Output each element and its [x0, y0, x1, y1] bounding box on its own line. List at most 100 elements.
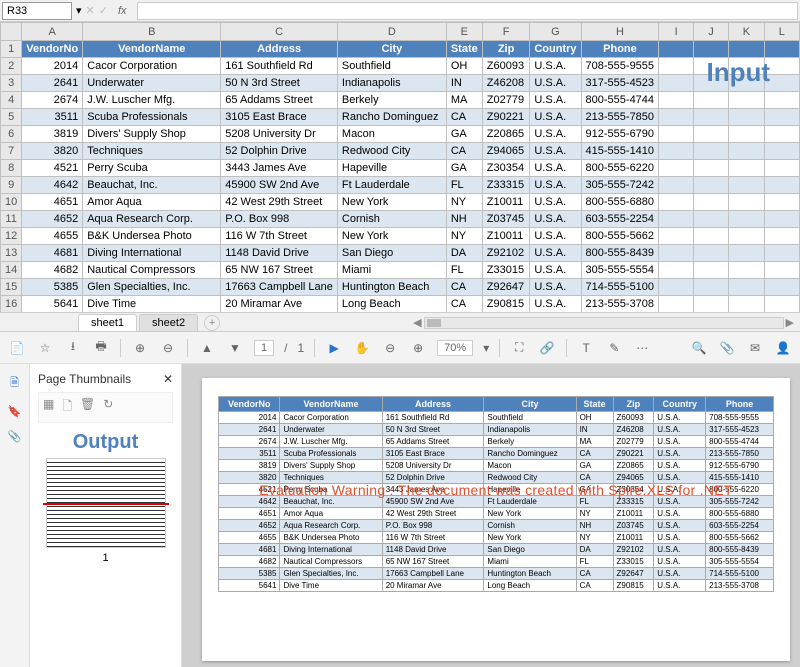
cell[interactable]: 305-555-7242: [581, 177, 659, 194]
cell[interactable]: [693, 160, 728, 177]
row-header[interactable]: 1: [1, 41, 22, 58]
zoom-in-icon[interactable]: ⊕: [131, 339, 149, 357]
cell[interactable]: State: [446, 41, 482, 58]
cell[interactable]: Southfield: [337, 58, 446, 75]
cell[interactable]: U.S.A.: [530, 194, 581, 211]
cell[interactable]: Z33315: [482, 177, 530, 194]
cell[interactable]: [729, 194, 765, 211]
attach-icon[interactable]: 📎: [718, 339, 736, 357]
cell[interactable]: [659, 109, 694, 126]
cell[interactable]: [764, 126, 799, 143]
cell[interactable]: New York: [337, 228, 446, 245]
cell[interactable]: 50 N 3rd Street: [221, 75, 338, 92]
cell[interactable]: B&K Undersea Photo: [83, 228, 221, 245]
col-header-E[interactable]: E: [446, 23, 482, 41]
cell[interactable]: [764, 160, 799, 177]
thumb-rotate-icon[interactable]: ↻: [103, 397, 113, 418]
row-header[interactable]: 11: [1, 211, 22, 228]
sheet-tab-1[interactable]: sheet1: [78, 314, 137, 332]
cell[interactable]: Country: [530, 41, 581, 58]
cell[interactable]: Cacor Corporation: [83, 58, 221, 75]
cell[interactable]: [693, 211, 728, 228]
cell[interactable]: Z94065: [482, 143, 530, 160]
cell[interactable]: [729, 262, 765, 279]
horizontal-scrollbar[interactable]: [424, 317, 784, 329]
cell[interactable]: GA: [446, 160, 482, 177]
cell[interactable]: OH: [446, 58, 482, 75]
row-header[interactable]: 5: [1, 109, 22, 126]
cell[interactable]: U.S.A.: [530, 58, 581, 75]
download-icon[interactable]: ⭳: [64, 339, 82, 357]
profile-icon[interactable]: 👤: [774, 339, 792, 357]
link-icon[interactable]: 🔗: [538, 339, 556, 357]
cell[interactable]: [729, 143, 765, 160]
col-header-J[interactable]: J: [693, 23, 728, 41]
cell[interactable]: NY: [446, 228, 482, 245]
cell[interactable]: 603-555-2254: [581, 211, 659, 228]
mail-icon[interactable]: ✉: [746, 339, 764, 357]
cell[interactable]: 4681: [22, 245, 83, 262]
cell[interactable]: Huntington Beach: [337, 279, 446, 296]
cell[interactable]: [764, 296, 799, 313]
cell[interactable]: DA: [446, 245, 482, 262]
cell[interactable]: Beauchat, Inc.: [83, 177, 221, 194]
zoom-plus-icon[interactable]: ⊕: [409, 339, 427, 357]
cell[interactable]: [659, 211, 694, 228]
cell[interactable]: 42 West 29th Street: [221, 194, 338, 211]
cell[interactable]: Hapeville: [337, 160, 446, 177]
cell[interactable]: VendorNo: [22, 41, 83, 58]
cell[interactable]: 3105 East Brace: [221, 109, 338, 126]
cell[interactable]: [659, 177, 694, 194]
cell[interactable]: [693, 262, 728, 279]
cell[interactable]: U.S.A.: [530, 92, 581, 109]
cell[interactable]: Z92102: [482, 245, 530, 262]
row-header[interactable]: 16: [1, 296, 22, 313]
next-page-icon[interactable]: ▼: [226, 339, 244, 357]
cell[interactable]: Z90815: [482, 296, 530, 313]
cell[interactable]: U.S.A.: [530, 279, 581, 296]
cell[interactable]: 2641: [22, 75, 83, 92]
cell[interactable]: [659, 262, 694, 279]
cell[interactable]: [693, 92, 728, 109]
cell[interactable]: FL: [446, 177, 482, 194]
cell[interactable]: 800-555-6220: [581, 160, 659, 177]
cell[interactable]: City: [337, 41, 446, 58]
cell[interactable]: [659, 126, 694, 143]
cell[interactable]: [659, 245, 694, 262]
cell[interactable]: [764, 262, 799, 279]
cell[interactable]: [659, 194, 694, 211]
cell[interactable]: Glen Specialties, Inc.: [83, 279, 221, 296]
cell[interactable]: [659, 58, 694, 75]
row-header[interactable]: 14: [1, 262, 22, 279]
cell[interactable]: [764, 143, 799, 160]
zoom-level[interactable]: 70%: [437, 340, 473, 356]
cell[interactable]: 415-555-1410: [581, 143, 659, 160]
zoom-dropdown-icon[interactable]: ▾: [483, 341, 489, 355]
row-header[interactable]: 7: [1, 143, 22, 160]
row-header[interactable]: 8: [1, 160, 22, 177]
cell[interactable]: U.S.A.: [530, 75, 581, 92]
cell[interactable]: [729, 160, 765, 177]
cell[interactable]: CA: [446, 143, 482, 160]
highlight-icon[interactable]: ✎: [605, 339, 623, 357]
cell[interactable]: Berkely: [337, 92, 446, 109]
cell[interactable]: VendorName: [83, 41, 221, 58]
row-header[interactable]: 15: [1, 279, 22, 296]
cell[interactable]: [729, 211, 765, 228]
cell[interactable]: [729, 41, 765, 58]
cell[interactable]: [693, 109, 728, 126]
cell[interactable]: [764, 245, 799, 262]
cell[interactable]: 213-555-3708: [581, 296, 659, 313]
bookmark-icon[interactable]: 🔖: [8, 405, 22, 418]
cell[interactable]: [659, 143, 694, 160]
cell[interactable]: [729, 228, 765, 245]
cell[interactable]: MA: [446, 92, 482, 109]
cell[interactable]: 161 Southfield Rd: [221, 58, 338, 75]
col-header-A[interactable]: A: [22, 23, 83, 41]
formula-input[interactable]: [137, 2, 798, 20]
cell[interactable]: [659, 92, 694, 109]
cell[interactable]: [693, 296, 728, 313]
cell[interactable]: 17663 Campbell Lane: [221, 279, 338, 296]
cell[interactable]: 5385: [22, 279, 83, 296]
cell[interactable]: 800-555-8439: [581, 245, 659, 262]
